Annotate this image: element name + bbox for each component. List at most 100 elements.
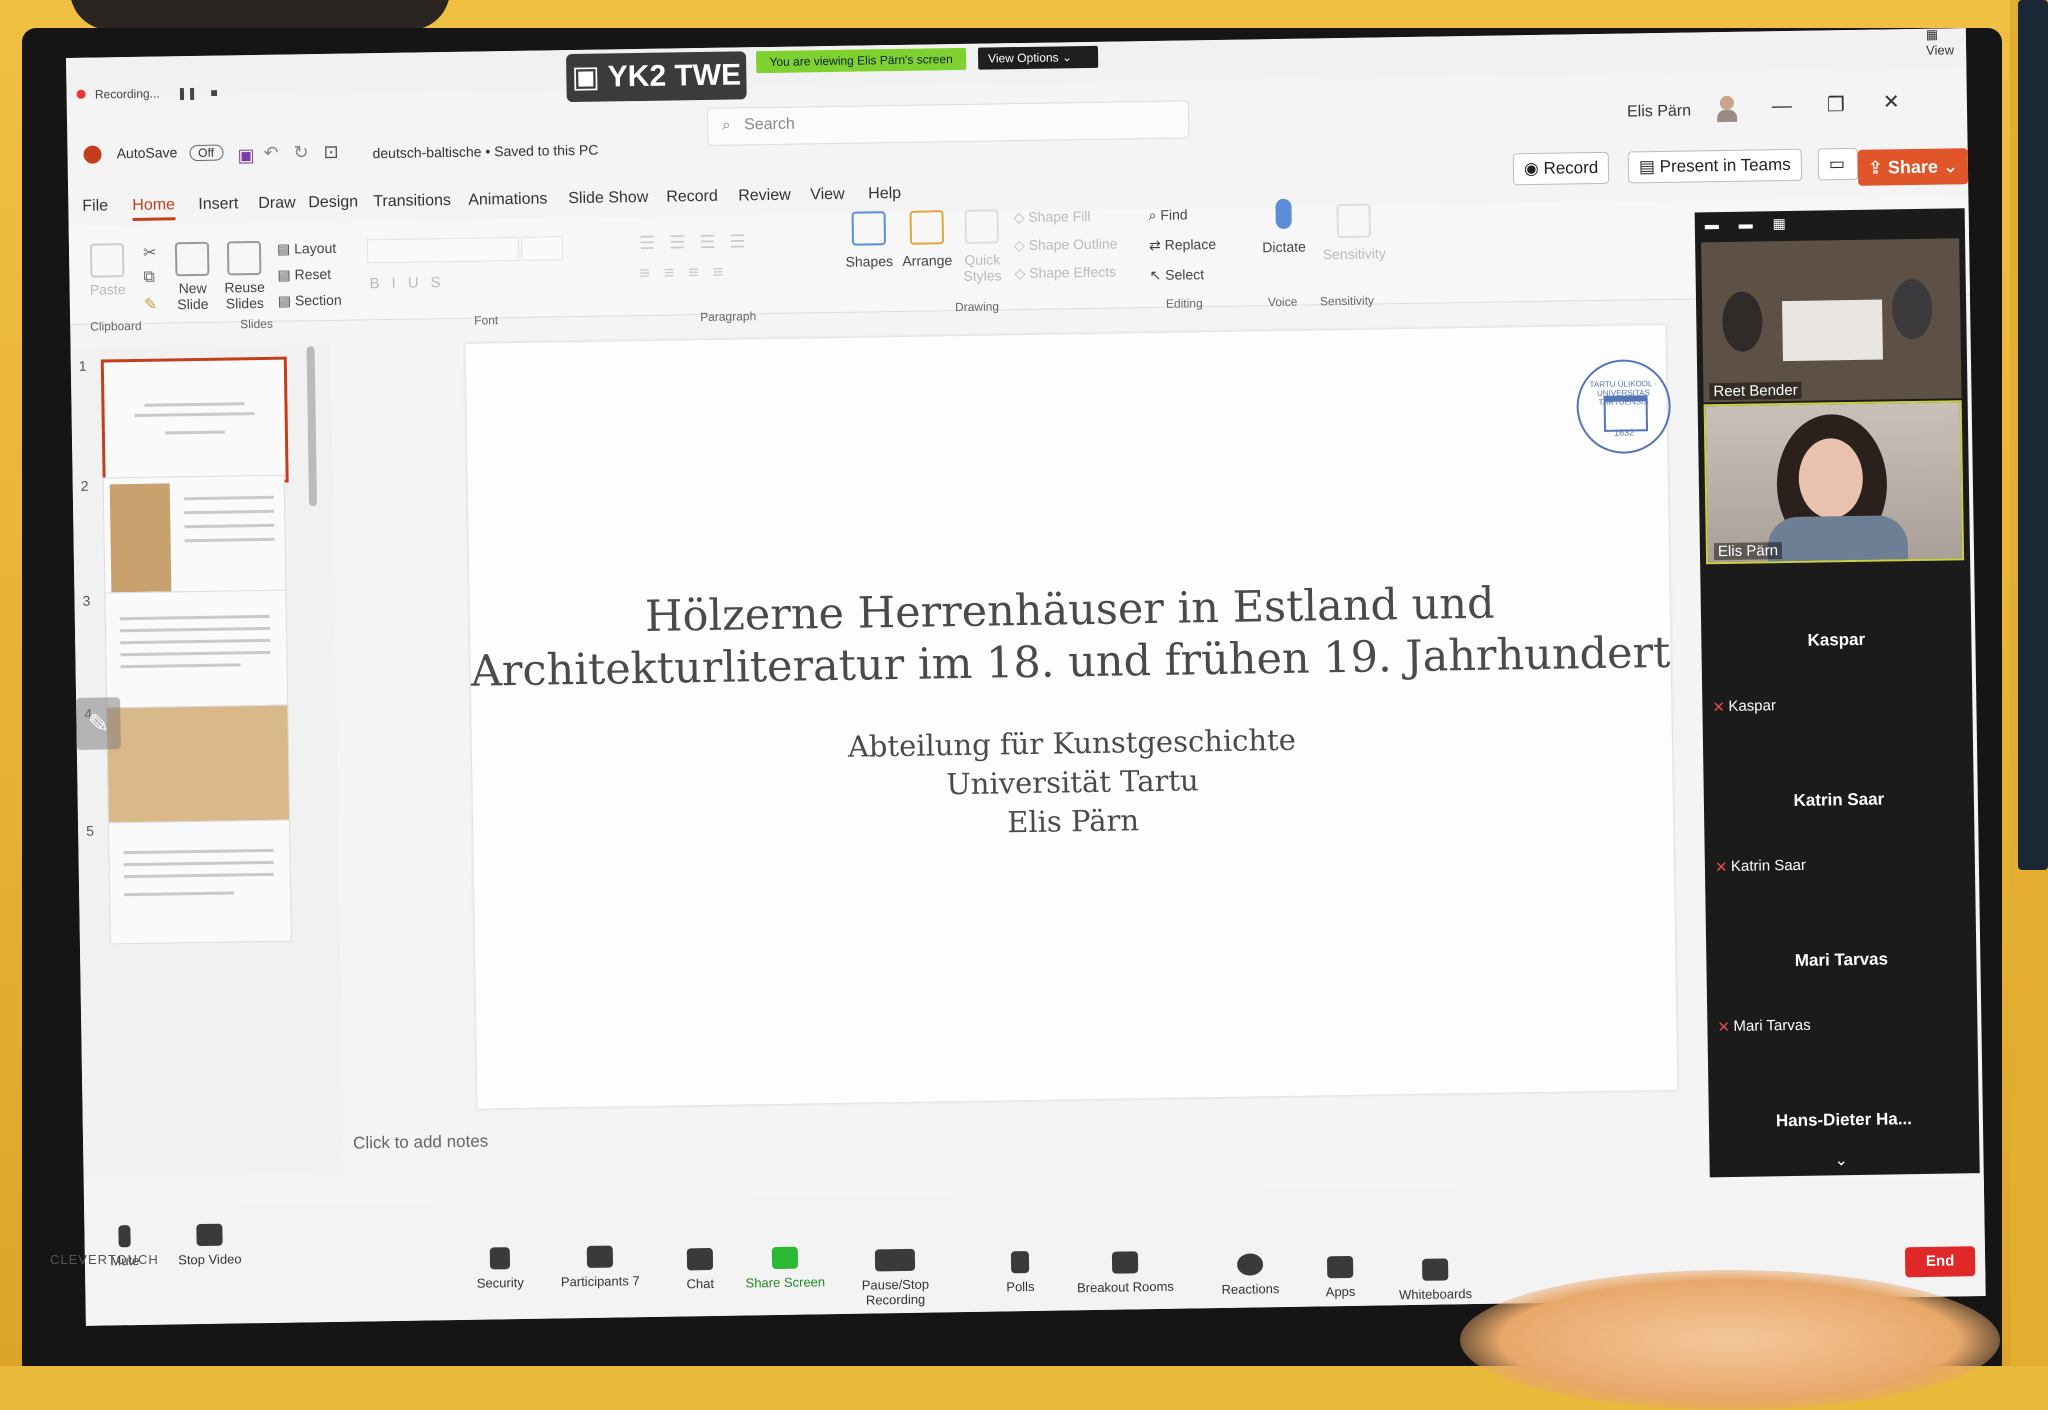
whiteboards-button[interactable]: Whiteboards (1375, 1258, 1496, 1303)
cut-icon[interactable]: ✂ (143, 243, 157, 263)
tab-review[interactable]: Review (738, 187, 791, 206)
tab-insert[interactable]: Insert (198, 195, 238, 214)
font-format-buttons[interactable]: BIUS (369, 274, 452, 292)
select-button[interactable]: ↖ Select (1149, 266, 1204, 284)
autosave-toggle[interactable]: AutoSave Off (83, 144, 224, 165)
new-slide-icon (174, 241, 210, 277)
replace-icon: ⇄ (1148, 236, 1165, 254)
quick-styles-button[interactable]: Quick Styles (956, 209, 1007, 284)
polls-button[interactable]: Polls (965, 1250, 1076, 1295)
shapes-button[interactable]: Shapes (844, 211, 895, 270)
shape-outline-button[interactable]: ◇ Shape Outline (1014, 236, 1118, 255)
chevron-down-icon[interactable]: ⌄ (1834, 1150, 1848, 1170)
slide-canvas[interactable]: TARTU ÜLIKOOL · UNIVERSITAS TARTUENSIS 1… (465, 324, 1678, 1109)
slide-thumbnail-1[interactable] (100, 356, 289, 486)
pen-icon[interactable]: ✎ (76, 697, 121, 750)
present-in-teams-button[interactable]: ▤ Present in Teams (1627, 148, 1802, 184)
undo-icon[interactable]: ↶ (263, 143, 278, 164)
tab-view[interactable]: View (810, 186, 845, 205)
participants-button[interactable]: Participants 7 (545, 1245, 656, 1290)
notes-input[interactable]: Click to add notes (353, 1132, 488, 1154)
tab-home[interactable]: Home (132, 196, 176, 221)
participant-tile-name[interactable]: Hans-Dieter Ha... (1709, 1108, 1979, 1132)
redo-icon[interactable]: ↻ (293, 142, 308, 163)
security-button[interactable]: Security (445, 1246, 556, 1291)
participant-tile-name[interactable]: Kaspar (1701, 628, 1971, 652)
pause-stop-recording-button[interactable]: Pause/Stop Recording (830, 1248, 961, 1308)
participant-tile-name[interactable]: Katrin Saar (1704, 788, 1974, 812)
powerpoint-icon (83, 145, 102, 165)
close-icon[interactable]: ✕ (1883, 89, 1900, 114)
slide-title[interactable]: Hölzerne Herrenhäuser in Estland und Arc… (469, 575, 1670, 698)
pause-recording-icon (874, 1248, 916, 1272)
slide-subtitle[interactable]: Abteilung für Kunstgeschichte Universitä… (472, 715, 1674, 851)
chevron-down-icon: ⌄ (1942, 156, 1959, 177)
record-circle-icon: ◉ (1523, 158, 1544, 179)
section-button[interactable]: ▤ Section (278, 292, 342, 310)
pause-icon[interactable]: ❚❚ (177, 86, 197, 100)
slide-thumbnail-2[interactable] (102, 474, 287, 600)
sensitivity-group-label: Sensitivity (1319, 293, 1375, 309)
reuse-slides-button[interactable]: Reuse Slides (219, 240, 270, 312)
reset-button[interactable]: ▤ Reset (277, 266, 331, 284)
participant-video-elis[interactable]: Elis Pärn (1703, 400, 1965, 565)
tab-file[interactable]: File (82, 197, 108, 215)
recording-indicator[interactable]: Recording... ❚❚ ■ (76, 86, 218, 102)
chat-icon (686, 1247, 714, 1271)
sensitivity-button[interactable]: Sensitivity (1318, 203, 1389, 262)
shape-fill-button[interactable]: ◇ Shape Fill (1013, 208, 1090, 226)
gallery-controls[interactable]: ▬ ▬ ▦ (1705, 215, 1794, 233)
tab-record[interactable]: Record (666, 188, 718, 207)
replace-button[interactable]: ⇄ Replace (1149, 236, 1216, 254)
tab-animations[interactable]: Animations (468, 190, 547, 209)
stop-icon[interactable]: ■ (210, 86, 217, 100)
slide-thumbnail-4[interactable] (106, 704, 291, 830)
view-button[interactable]: ▦ View (1926, 28, 1966, 58)
tab-help[interactable]: Help (868, 185, 901, 204)
slides-group-label: Slides (240, 316, 273, 332)
file-name[interactable]: deutsch-baltische • Saved to this PC (372, 142, 598, 162)
share-icon: ⇪ (1867, 157, 1889, 178)
slide-thumbnail-3[interactable] (104, 589, 289, 715)
paste-button[interactable]: Paste (87, 243, 128, 298)
font-name-select[interactable] (366, 236, 520, 264)
font-size-select[interactable] (520, 236, 564, 261)
breakout-rooms-button[interactable]: Breakout Rooms (1060, 1250, 1191, 1295)
tab-slide-show[interactable]: Slide Show (568, 189, 648, 208)
arrange-button[interactable]: Arrange (899, 210, 956, 269)
record-button[interactable]: ◉ Record (1512, 151, 1610, 186)
room-label: ▣ YK2 TWE (566, 51, 747, 103)
search-input[interactable]: ⌕ Search (706, 100, 1190, 146)
user-name[interactable]: Elis Pärn (1627, 102, 1691, 121)
find-button[interactable]: ⌕ Find (1148, 206, 1187, 224)
teams-icon: ▤ (1638, 156, 1660, 177)
present-icon[interactable]: ⊡ (323, 142, 338, 163)
list-buttons[interactable]: ☰☰☰☰ (639, 231, 760, 254)
share-screen-button[interactable]: Share Screen (730, 1246, 841, 1291)
layout-button[interactable]: ▤ Layout (277, 240, 336, 258)
restore-icon[interactable]: ❐ (1827, 92, 1845, 117)
slide-thumbnail-5[interactable] (108, 819, 292, 945)
share-button[interactable]: ⇪ Share ⌄ (1857, 148, 1969, 186)
comments-button[interactable]: ▭ (1817, 147, 1859, 181)
new-slide-button[interactable]: New Slide (167, 241, 218, 313)
tab-draw[interactable]: Draw (258, 194, 296, 213)
tab-design[interactable]: Design (308, 193, 358, 212)
autosave-switch[interactable]: Off (189, 144, 224, 162)
view-options-button[interactable]: View Options ⌄ (977, 45, 1099, 70)
participant-video-reet[interactable]: Reet Bender (1701, 238, 1962, 403)
align-buttons[interactable]: ≡≡≡≡ (639, 261, 737, 284)
format-painter-icon[interactable]: ✎ (144, 295, 158, 315)
dictate-button[interactable]: Dictate (1253, 198, 1314, 255)
tab-transitions[interactable]: Transitions (373, 192, 451, 211)
mic-muted-icon: ✕ (1717, 1018, 1731, 1037)
avatar[interactable] (1717, 95, 1738, 124)
save-icon[interactable]: ▣ (237, 145, 254, 166)
copy-icon[interactable]: ⧉ (143, 269, 155, 287)
stop-video-button[interactable]: Stop Video (164, 1223, 255, 1267)
shape-effects-button[interactable]: ◇ Shape Effects (1014, 264, 1116, 283)
minimize-icon[interactable]: — (1772, 95, 1792, 118)
grid-icon (1111, 1251, 1139, 1274)
participant-tile-name[interactable]: Mari Tarvas (1706, 948, 1976, 972)
end-meeting-button[interactable]: End (1904, 1246, 1976, 1278)
